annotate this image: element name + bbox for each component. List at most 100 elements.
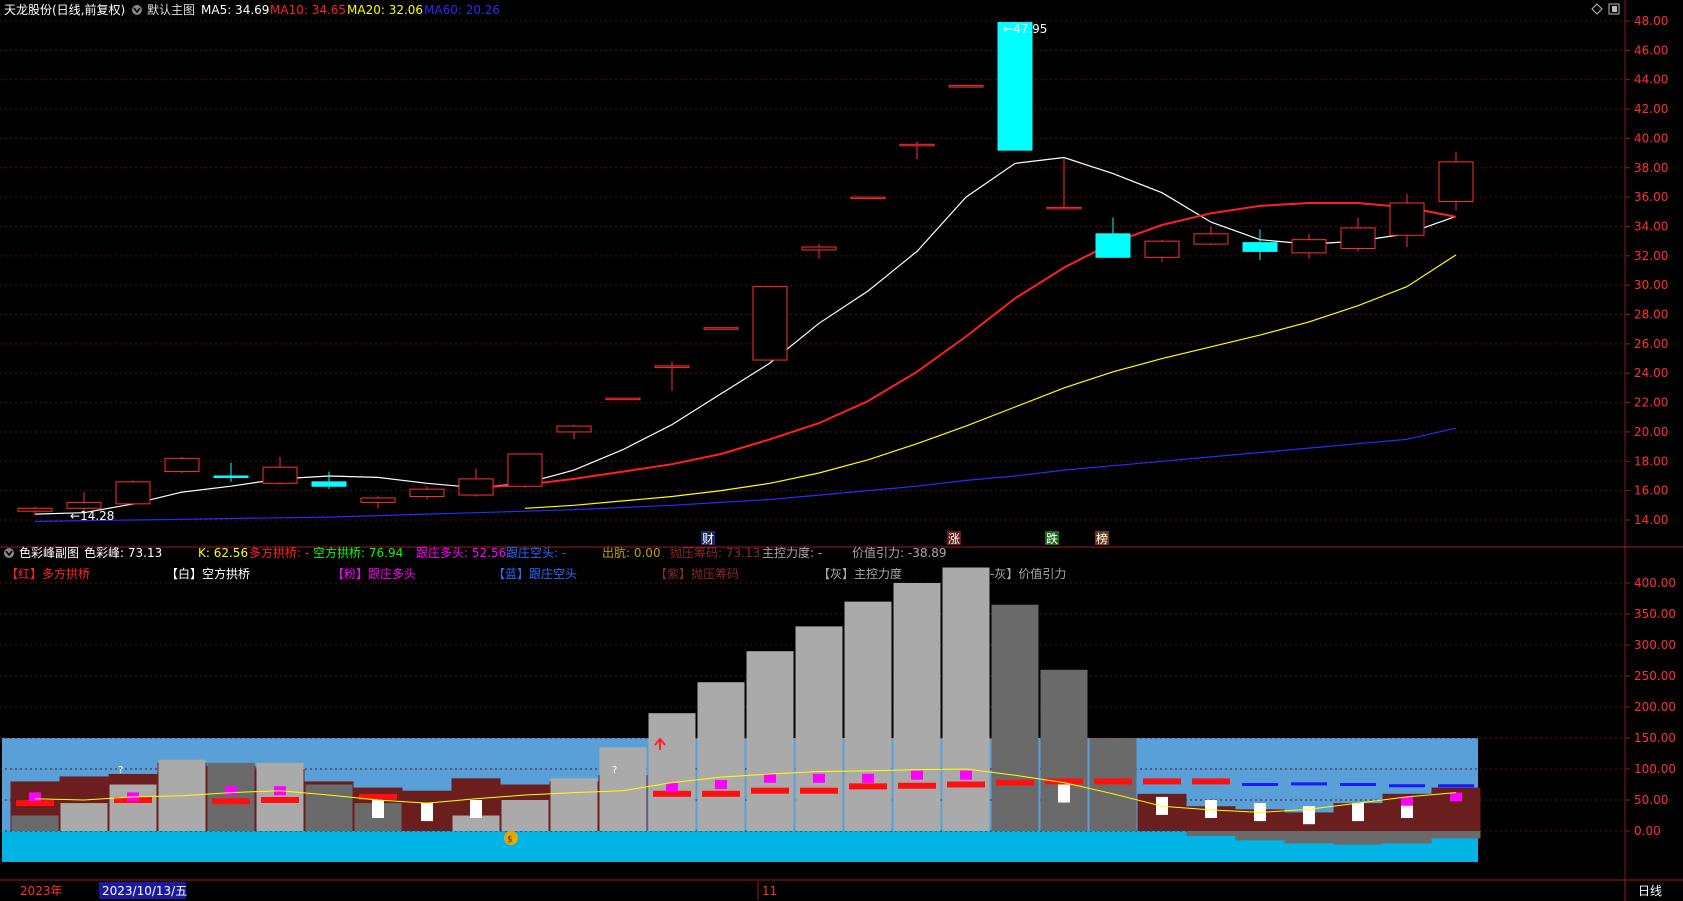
light-gray-bar bbox=[256, 762, 304, 831]
event-marker: 跌 bbox=[1045, 531, 1059, 546]
price-tick-label: 48.00 bbox=[1634, 14, 1668, 28]
dark-gray-bar bbox=[207, 762, 255, 831]
candle-body bbox=[458, 478, 494, 496]
price-tick-label: 40.00 bbox=[1634, 131, 1668, 145]
candle bbox=[507, 453, 543, 488]
price-tick-label: 28.00 bbox=[1634, 308, 1668, 322]
event-markers[interactable]: 财涨跌榜 bbox=[701, 531, 1109, 546]
ma-line-ma60 bbox=[34, 427, 1457, 523]
price-tick-label: 20.00 bbox=[1634, 425, 1668, 439]
price-tick-label: 34.00 bbox=[1634, 219, 1668, 233]
candle bbox=[360, 496, 396, 509]
candle bbox=[164, 456, 200, 474]
candle-body bbox=[1389, 202, 1425, 236]
event-marker-label: 榜 bbox=[1096, 531, 1108, 546]
main-price-axis: 14.00 16.00 18.00 20.00 22.00 24.00 26.00 28.00… bbox=[1625, 14, 1668, 527]
price-tick-label: 16.00 bbox=[1634, 484, 1668, 498]
candle-body bbox=[115, 481, 151, 505]
sub-tick-label: 100.00 bbox=[1634, 762, 1676, 776]
low-price-marker: ←14.28 bbox=[70, 509, 114, 523]
price-tick-label: 46.00 bbox=[1634, 43, 1668, 57]
main-grid bbox=[0, 20, 1625, 521]
sub-legend-item: 【红】多方拱桥 bbox=[6, 566, 90, 581]
ma10-label: MA10: 34.65 bbox=[270, 3, 346, 17]
money-bag-icon: $ bbox=[504, 831, 518, 845]
main-indicator-name[interactable]: 默认主图 bbox=[147, 2, 195, 17]
light-gray-bar bbox=[697, 682, 745, 831]
sub-legend-item: 【白】空方拱桥 bbox=[166, 566, 250, 581]
candle-body bbox=[1291, 239, 1327, 254]
sub-collapse-icon[interactable] bbox=[4, 548, 14, 558]
sub-legend-item: 【灰】主控力度 bbox=[818, 566, 902, 581]
candle-body bbox=[507, 453, 543, 487]
candle-body bbox=[213, 475, 249, 478]
light-gray-bar bbox=[109, 784, 157, 831]
candle-body bbox=[262, 466, 298, 484]
light-gray-bar bbox=[501, 800, 549, 831]
sub-indicator-value: 空方拱桥: 76.94 bbox=[313, 545, 403, 560]
event-marker: 财 bbox=[701, 531, 715, 546]
candlestick-series[interactable] bbox=[17, 21, 1474, 516]
sub-legend-item: 【蓝】跟庄空头 bbox=[493, 566, 577, 581]
blue-mark bbox=[1340, 783, 1376, 786]
candle-body bbox=[752, 286, 788, 361]
candle bbox=[409, 486, 445, 500]
dark-gray-bar bbox=[11, 815, 59, 831]
diamond-icon[interactable] bbox=[1591, 3, 1603, 15]
event-marker-label: 财 bbox=[702, 532, 714, 546]
ma-line-ma5 bbox=[34, 156, 1457, 515]
candle bbox=[1144, 239, 1180, 262]
pink-mark bbox=[1401, 796, 1413, 806]
red-bridge-mark bbox=[751, 787, 789, 794]
pink-mark bbox=[29, 792, 41, 802]
candle bbox=[213, 462, 249, 482]
red-bridge-mark bbox=[849, 783, 887, 790]
period-label[interactable]: 日线 bbox=[1638, 884, 1662, 898]
red-bridge-mark bbox=[1045, 778, 1083, 785]
candle-body bbox=[1340, 227, 1376, 249]
high-price-marker: ←47.95 bbox=[1003, 22, 1047, 36]
candle-body bbox=[1046, 206, 1082, 210]
candle-body bbox=[1193, 233, 1229, 245]
event-marker-label: 跌 bbox=[1046, 531, 1058, 546]
red-bridge-mark bbox=[702, 790, 740, 797]
event-marker: 榜 bbox=[1095, 531, 1109, 546]
red-bridge-mark bbox=[1143, 778, 1181, 785]
candle-body bbox=[1242, 242, 1278, 252]
cursor-date: 2023/10/13/五 bbox=[102, 884, 187, 898]
candle-body bbox=[654, 365, 690, 368]
candle bbox=[1193, 226, 1229, 246]
sub-indicator-value: 出肮: 0.00 bbox=[602, 545, 661, 560]
question-mark-2: ? bbox=[612, 765, 617, 776]
white-bridge-mark bbox=[1058, 784, 1070, 803]
sub-legend-item: 【-灰】价值引力 bbox=[978, 566, 1066, 581]
light-gray-bar bbox=[648, 713, 696, 831]
sub-tick-label: 0.00 bbox=[1634, 824, 1661, 838]
white-bridge-mark bbox=[372, 800, 384, 818]
sub-indicator-name[interactable]: 色彩峰副图 bbox=[19, 546, 79, 560]
candle bbox=[1291, 233, 1327, 259]
red-bridge-mark bbox=[212, 798, 250, 805]
price-tick-label: 22.00 bbox=[1634, 396, 1668, 410]
stock-title[interactable]: 天龙股份(日线,前复权) bbox=[4, 2, 125, 17]
candle bbox=[850, 196, 886, 200]
sub-indicator-value: K: 62.56 bbox=[198, 546, 248, 560]
sub-indicator-value: 跟庄空头: - bbox=[506, 545, 566, 560]
sub-indicator-value: 主控力度: - bbox=[762, 545, 822, 560]
candle bbox=[605, 397, 641, 401]
footer-month: 11 bbox=[762, 884, 777, 898]
event-marker-label: 涨 bbox=[948, 531, 960, 546]
sub-indicator-value: 多方拱桥: - bbox=[249, 545, 309, 560]
ma5-label: MA5: 34.69 bbox=[201, 3, 269, 17]
price-tick-label: 44.00 bbox=[1634, 73, 1668, 87]
restore-icon[interactable] bbox=[1608, 3, 1620, 15]
candle-body bbox=[556, 425, 592, 433]
dark-gray-bar bbox=[1040, 669, 1088, 831]
sub-value-axis: 0.00 50.00 100.00 150.00 200.00 250.00 300.00 3… bbox=[1625, 576, 1676, 838]
price-tick-label: 26.00 bbox=[1634, 337, 1668, 351]
price-tick-label: 24.00 bbox=[1634, 366, 1668, 380]
collapse-icon[interactable] bbox=[132, 5, 142, 15]
candle bbox=[801, 244, 837, 259]
price-tick-label: 32.00 bbox=[1634, 249, 1668, 263]
sub-legend: 【红】多方拱桥 【白】空方拱桥 【粉】跟庄多头 【蓝】跟庄空头 【紫】抛压筹码 【灰】主控… bbox=[6, 566, 1066, 581]
